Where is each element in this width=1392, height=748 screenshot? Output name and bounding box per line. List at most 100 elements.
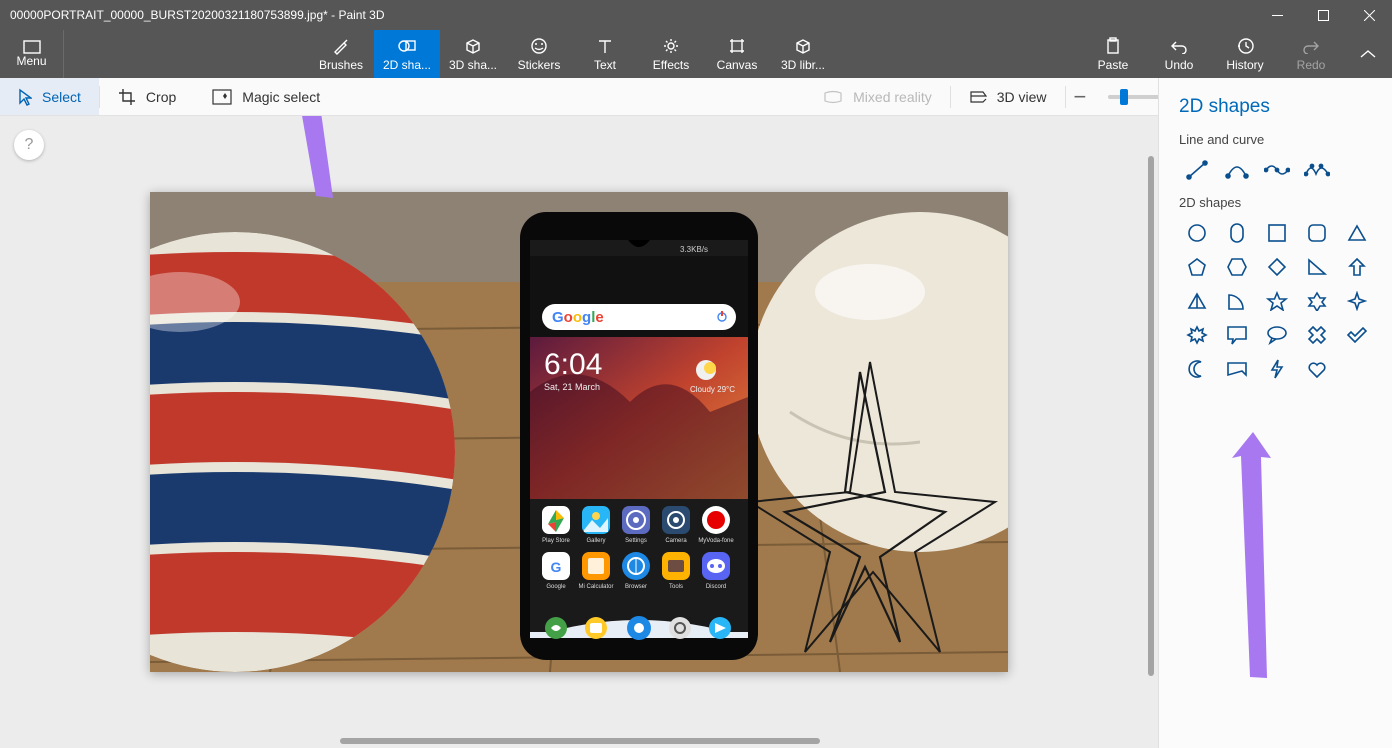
- minimize-button[interactable]: [1254, 0, 1300, 30]
- stickers-icon: [530, 36, 548, 56]
- shape-check[interactable]: [1339, 320, 1375, 350]
- svg-text:6:04: 6:04: [544, 348, 602, 381]
- svg-text:Discord: Discord: [706, 584, 726, 590]
- maximize-button[interactable]: [1300, 0, 1346, 30]
- shape-hexagon[interactable]: [1219, 252, 1255, 282]
- crop-icon: [118, 88, 136, 106]
- shape-moon[interactable]: [1179, 354, 1215, 384]
- shape-pentagon[interactable]: [1179, 252, 1215, 282]
- view3d-icon: [969, 90, 987, 104]
- undo-button[interactable]: Undo: [1146, 30, 1212, 78]
- stickers-label: Stickers: [518, 58, 561, 72]
- tool-text[interactable]: Text: [572, 30, 638, 78]
- brush-icon: [332, 36, 350, 56]
- svg-text:Tools: Tools: [669, 584, 683, 590]
- tool-canvas[interactable]: Canvas: [704, 30, 770, 78]
- lib3d-label: 3D libr...: [781, 58, 825, 72]
- shape-rounded-square[interactable]: [1299, 218, 1335, 248]
- 3d-view-button[interactable]: 3D view: [951, 78, 1065, 115]
- menu-label: Menu: [16, 54, 46, 68]
- magic-select-button[interactable]: Magic select: [194, 78, 338, 115]
- collapse-ribbon-button[interactable]: [1344, 30, 1392, 78]
- mixed-reality-button: Mixed reality: [805, 78, 950, 115]
- shape-speech-rect[interactable]: [1219, 320, 1255, 350]
- undo-label: Undo: [1165, 58, 1194, 72]
- effects-icon: [662, 36, 680, 56]
- shapes-grid: [1179, 218, 1372, 384]
- shape-equilateral[interactable]: [1179, 286, 1215, 316]
- line-curve-grid: [1179, 155, 1372, 185]
- shape-circle[interactable]: [1179, 218, 1215, 248]
- horizontal-scrollbar[interactable]: [340, 738, 820, 744]
- sidebar-title: 2D shapes: [1179, 96, 1372, 118]
- close-button[interactable]: [1346, 0, 1392, 30]
- svg-text:MyVoda-fone: MyVoda-fone: [698, 538, 734, 544]
- magic-label: Magic select: [242, 89, 320, 105]
- text-label: Text: [594, 58, 616, 72]
- svg-text:Settings: Settings: [625, 538, 647, 544]
- vertical-scrollbar[interactable]: [1148, 156, 1154, 676]
- svg-text:Browser: Browser: [625, 584, 647, 590]
- mr-icon: [823, 90, 843, 104]
- shape-banner[interactable]: [1219, 354, 1255, 384]
- tool-stickers[interactable]: Stickers: [506, 30, 572, 78]
- undo-icon: [1170, 36, 1188, 56]
- text-icon: [596, 36, 614, 56]
- window-title: 00000PORTRAIT_00000_BURST202003211807538…: [0, 8, 1254, 22]
- shape-star5[interactable]: [1259, 286, 1295, 316]
- help-button[interactable]: ?: [14, 130, 44, 160]
- shape-arrow-up[interactable]: [1339, 252, 1375, 282]
- zoom-out-button[interactable]: −: [1066, 84, 1095, 110]
- shape-star6[interactable]: [1299, 286, 1335, 316]
- tool-3d-shapes[interactable]: 3D sha...: [440, 30, 506, 78]
- annotation-arrow-sidebar: [1223, 428, 1283, 693]
- shape-curve-2pt[interactable]: [1219, 155, 1255, 185]
- svg-text:Sat, 21 March: Sat, 21 March: [544, 382, 600, 392]
- shape-burst[interactable]: [1179, 320, 1215, 350]
- ribbon: Menu Brushes 2D sha... 3D sha... Sticker…: [0, 30, 1392, 78]
- shape-oval[interactable]: [1219, 218, 1255, 248]
- svg-text:3.3KB/s: 3.3KB/s: [680, 245, 708, 254]
- tool-3d-library[interactable]: 3D libr...: [770, 30, 836, 78]
- shape-lightning[interactable]: [1259, 354, 1295, 384]
- tool-brushes[interactable]: Brushes: [308, 30, 374, 78]
- shape-quarter[interactable]: [1219, 286, 1255, 316]
- shape-line[interactable]: [1179, 155, 1215, 185]
- paste-icon: [1105, 36, 1121, 56]
- shape-cross[interactable]: [1299, 320, 1335, 350]
- lib3d-icon: [794, 36, 812, 56]
- svg-text:Play Store: Play Store: [542, 538, 570, 544]
- view3d-label: 3D view: [997, 89, 1047, 105]
- shape-right-triangle[interactable]: [1299, 252, 1335, 282]
- sidebar-2d-shapes: 2D shapes Line and curve 2D shapes: [1158, 78, 1392, 748]
- magic-icon: [212, 89, 232, 105]
- svg-text:G: G: [551, 559, 562, 575]
- canvas[interactable]: 3.3KB/s Google 6:04 Sat, 21 March Cloudy…: [150, 192, 1008, 672]
- tool-2d-shapes[interactable]: 2D sha...: [374, 30, 440, 78]
- shape-speech-round[interactable]: [1259, 320, 1295, 350]
- svg-text:Camera: Camera: [665, 538, 687, 544]
- crop-button[interactable]: Crop: [100, 78, 194, 115]
- shape-diamond[interactable]: [1259, 252, 1295, 282]
- shape-square[interactable]: [1259, 218, 1295, 248]
- menu-button[interactable]: Menu: [0, 30, 64, 78]
- shape-heart[interactable]: [1299, 354, 1335, 384]
- history-button[interactable]: History: [1212, 30, 1278, 78]
- shape-triangle[interactable]: [1339, 218, 1375, 248]
- titlebar: 00000PORTRAIT_00000_BURST202003211807538…: [0, 0, 1392, 30]
- brushes-label: Brushes: [319, 58, 363, 72]
- shape-star4[interactable]: [1339, 286, 1375, 316]
- svg-text:Cloudy 29°C: Cloudy 29°C: [690, 385, 735, 394]
- paste-button[interactable]: Paste: [1080, 30, 1146, 78]
- tool-effects[interactable]: Effects: [638, 30, 704, 78]
- redo-icon: [1302, 36, 1320, 56]
- svg-text:Gallery: Gallery: [586, 538, 605, 544]
- select-label: Select: [42, 89, 81, 105]
- section-line-curve: Line and curve: [1179, 132, 1372, 147]
- zoom-thumb[interactable]: [1120, 89, 1128, 105]
- redo-label: Redo: [1297, 58, 1326, 72]
- redo-button[interactable]: Redo: [1278, 30, 1344, 78]
- select-button[interactable]: Select: [0, 78, 99, 115]
- shape-curve-3pt[interactable]: [1259, 155, 1295, 185]
- shape-curve-4pt[interactable]: [1299, 155, 1335, 185]
